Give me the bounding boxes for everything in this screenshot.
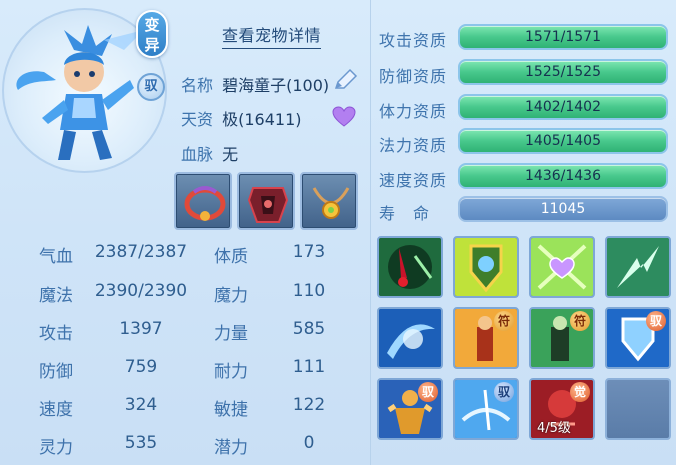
con-aptitude-bar: 1402/1402 bbox=[458, 94, 668, 120]
skill-slot-9[interactable]: 驭 bbox=[377, 378, 443, 440]
tame-badge-3: 驭 bbox=[494, 382, 514, 402]
lifespan-bar: 11045 bbox=[458, 196, 668, 222]
skill-slot-3[interactable] bbox=[529, 236, 595, 298]
tame-badge-2: 驭 bbox=[418, 382, 438, 402]
awaken-badge: 觉 bbox=[570, 382, 590, 402]
pet-name-value: 碧海童子(100) bbox=[222, 76, 330, 95]
blood-drain-skill-icon bbox=[379, 238, 441, 296]
def-label: 防御 bbox=[39, 362, 73, 382]
pet-name-label: 名称 bbox=[181, 76, 214, 95]
mp-value: 2390/2390 bbox=[94, 281, 188, 301]
mutate-badge: 变异 bbox=[136, 10, 168, 58]
pet-name-row: 名称 碧海童子(100) bbox=[181, 72, 329, 96]
skill-slot-1[interactable] bbox=[377, 236, 443, 298]
pet-bloodline-value: 无 bbox=[222, 145, 239, 164]
con-value: 173 bbox=[292, 242, 326, 262]
skill-slot-5[interactable] bbox=[377, 307, 443, 369]
str-value: 585 bbox=[292, 319, 326, 339]
mag-aptitude-label: 法力资质 bbox=[379, 136, 448, 155]
skill-slot-empty[interactable] bbox=[605, 378, 671, 440]
atk-aptitude-label: 攻击资质 bbox=[379, 31, 448, 50]
tame-badge: 驭 bbox=[137, 73, 165, 101]
str-label: 力量 bbox=[214, 324, 248, 344]
pot-label: 潜力 bbox=[214, 438, 248, 458]
mag-aptitude-bar: 1405/1405 bbox=[458, 128, 668, 154]
agi-label: 敏捷 bbox=[214, 400, 248, 420]
skill-slot-4[interactable] bbox=[605, 236, 671, 298]
pet-talent-label: 天资 bbox=[181, 110, 214, 129]
collar-icon bbox=[184, 186, 226, 221]
skill-slot-10[interactable]: 驭 bbox=[453, 378, 519, 440]
pet-bloodline-row: 血脉 无 bbox=[181, 141, 238, 165]
talisman-badge: 符 bbox=[494, 311, 514, 331]
shield-defense-skill-icon bbox=[455, 238, 517, 296]
tame-badge-1: 驭 bbox=[646, 311, 666, 331]
pet-talent-value: 极(16411) bbox=[222, 110, 302, 129]
end-label: 耐力 bbox=[214, 362, 248, 382]
spd-label: 速度 bbox=[39, 400, 73, 420]
awaken-level: 4/5级 bbox=[537, 421, 571, 436]
lifespan-label: 寿 命 bbox=[379, 204, 431, 223]
def-aptitude-label: 防御资质 bbox=[379, 67, 448, 86]
spd-aptitude-label: 速度资质 bbox=[379, 171, 448, 190]
atk-value: 1397 bbox=[119, 319, 163, 339]
equip-slot-collar[interactable] bbox=[174, 172, 232, 230]
pet-talent-row: 天资 极(16411) bbox=[181, 106, 302, 130]
atk-label: 攻击 bbox=[39, 324, 73, 344]
mp-label: 魔法 bbox=[39, 286, 73, 306]
agi-value: 122 bbox=[292, 395, 326, 415]
skill-slot-6[interactable]: 符 bbox=[453, 307, 519, 369]
atk-aptitude-bar: 1571/1571 bbox=[458, 24, 668, 50]
pot-value: 0 bbox=[303, 433, 315, 453]
water-slash-skill-icon bbox=[379, 309, 441, 367]
def-aptitude-bar: 1525/1525 bbox=[458, 59, 668, 85]
con-label: 体质 bbox=[214, 247, 248, 267]
mag-label: 魔力 bbox=[214, 286, 248, 306]
equip-slot-necklace[interactable] bbox=[300, 172, 358, 230]
con-aptitude-label: 体力资质 bbox=[379, 102, 448, 121]
talisman-badge-2: 符 bbox=[570, 311, 590, 331]
necklace-icon bbox=[312, 187, 350, 219]
mutate-label: 变异 bbox=[144, 16, 160, 54]
spd-aptitude-bar: 1436/1436 bbox=[458, 163, 668, 189]
def-value: 759 bbox=[124, 357, 158, 377]
armor-icon bbox=[247, 187, 289, 223]
spd-value: 324 bbox=[124, 395, 158, 415]
heart-icon[interactable] bbox=[332, 106, 356, 128]
skill-slot-7[interactable]: 符 bbox=[529, 307, 595, 369]
pet-bloodline-label: 血脉 bbox=[181, 145, 214, 164]
spi-value: 535 bbox=[124, 433, 158, 453]
mag-value: 110 bbox=[292, 281, 326, 301]
end-value: 111 bbox=[292, 357, 326, 377]
skill-slot-8[interactable]: 驭 bbox=[605, 307, 671, 369]
hp-value: 2387/2387 bbox=[94, 242, 188, 262]
view-pet-details-link[interactable]: 查看宠物详情 bbox=[222, 22, 322, 49]
hp-label: 气血 bbox=[39, 247, 73, 267]
shatter-skill-icon bbox=[607, 238, 669, 296]
spi-label: 灵力 bbox=[39, 438, 73, 458]
edit-name-icon[interactable] bbox=[332, 68, 358, 92]
heart-skill-icon bbox=[531, 238, 593, 296]
skill-slot-11[interactable]: 觉 4/5级 bbox=[529, 378, 595, 440]
panel-divider bbox=[370, 0, 371, 465]
skill-slot-2[interactable] bbox=[453, 236, 519, 298]
equip-slot-armor[interactable] bbox=[237, 172, 295, 230]
